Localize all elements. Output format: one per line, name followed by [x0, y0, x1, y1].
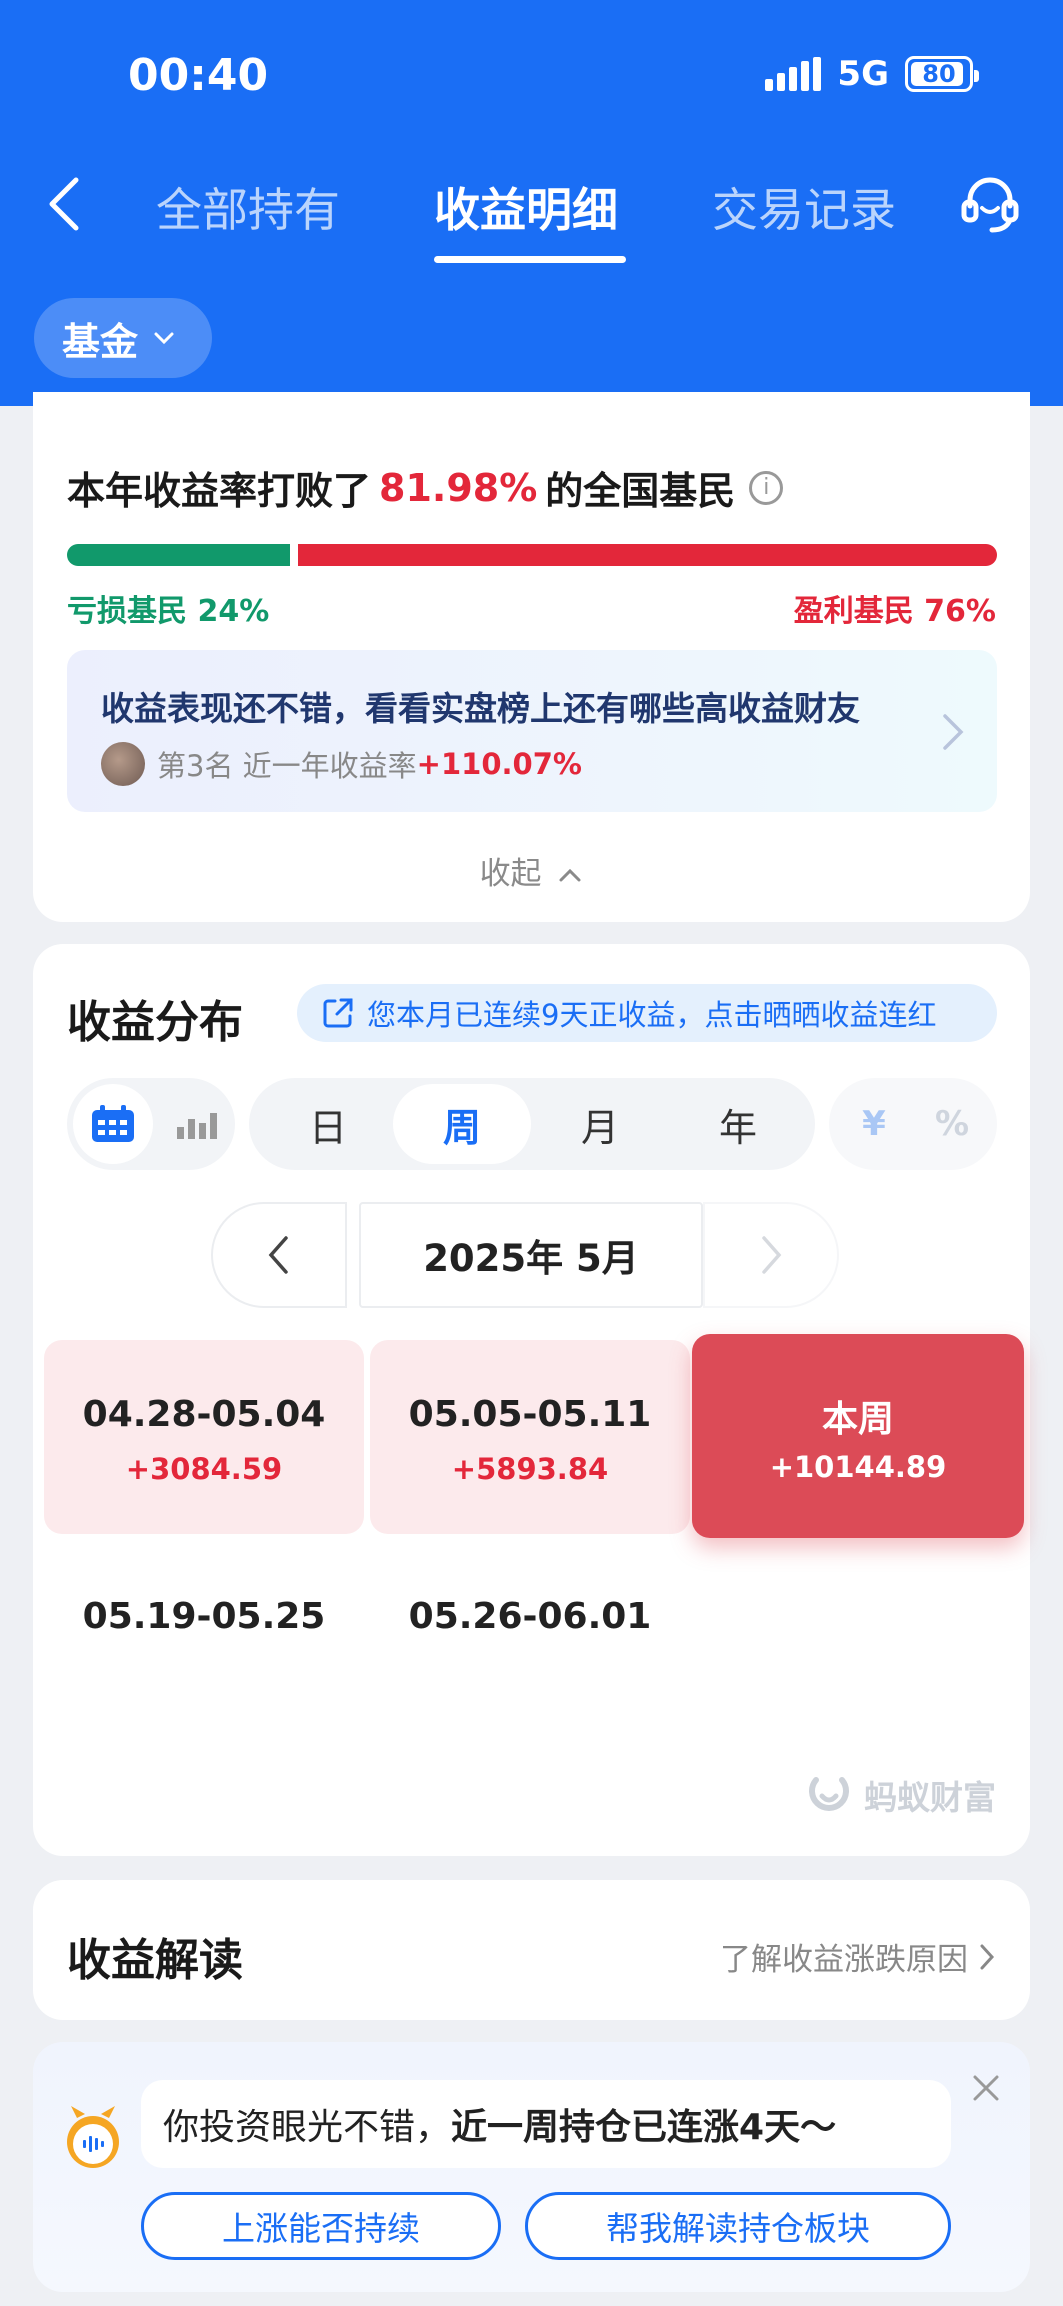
ranking-title: 本年收益率打败了 81.98% 的全国基民 i [67, 460, 784, 515]
week-range: 05.05-05.11 [408, 1394, 652, 1435]
promo-subtitle: 第3名 近一年收益率 +110.07% [101, 742, 582, 786]
ranking-card: 本年收益率打败了 81.98% 的全国基民 i 亏损基民 24% 盈利基民 76… [33, 392, 1030, 922]
week-income: +5893.84 [451, 1452, 609, 1486]
chevron-down-icon [154, 332, 174, 345]
chevron-left-icon [268, 1236, 288, 1274]
assistant-message-highlight: 近一周持仓已连涨4天～ [451, 2107, 837, 2148]
sustain-rise-button[interactable]: 上涨能否持续 [141, 2192, 501, 2260]
week-income: +3084.59 [125, 1452, 283, 1486]
fund-filter-label: 基金 [62, 319, 139, 364]
period-day[interactable]: 日 [259, 1084, 397, 1164]
assistant-message: 你投资眼光不错， 近一周持仓已连涨4天～ [141, 2080, 951, 2168]
back-icon[interactable] [42, 174, 92, 234]
loss-label: 亏损基民 24% [67, 594, 270, 629]
loss-gain-bar [67, 544, 997, 566]
income-interpretation-card[interactable]: 收益解读 了解收益涨跌原因 [33, 1880, 1030, 2020]
unit-amount[interactable]: ¥ [835, 1084, 913, 1164]
assistant-message-text: 你投资眼光不错， [163, 2107, 452, 2148]
explain-link-label: 了解收益涨跌原因 [720, 1942, 968, 1978]
gain-share-bar [298, 544, 997, 566]
close-icon[interactable] [970, 2072, 1002, 2104]
chevron-right-icon [943, 714, 964, 750]
prev-month-button[interactable] [211, 1202, 347, 1308]
tab-all-holdings[interactable]: 全部持有 [156, 174, 340, 240]
week-cell[interactable]: 05.19-05.25 [44, 1548, 364, 1742]
interpretation-title: 收益解读 [67, 1935, 243, 1986]
status-time: 00:40 [128, 50, 269, 101]
current-week-cell[interactable]: 本周 +10144.89 [692, 1334, 1024, 1538]
watermark: 蚂蚁财富 [804, 1770, 996, 1820]
signal-icon [765, 57, 822, 91]
loss-share-bar [67, 544, 290, 566]
chart-view-button[interactable] [167, 1084, 227, 1164]
ranking-percent: 81.98% [379, 465, 538, 510]
battery-icon: 80 [905, 56, 979, 92]
streak-share-banner[interactable]: 您本月已连续9天正收益，点击晒晒收益连红 [297, 984, 997, 1042]
calendar-view-button[interactable] [73, 1084, 153, 1164]
chevron-up-icon [559, 868, 581, 882]
gain-label: 盈利基民 76% [793, 594, 996, 629]
current-month-label: 2025年 5月 [359, 1202, 703, 1308]
ranking-suffix: 的全国基民 [545, 469, 736, 513]
streak-text: 您本月已连续9天正收益，点击晒晒收益连红 [367, 998, 937, 1032]
week-cell[interactable]: 05.05-05.11 +5893.84 [370, 1340, 690, 1534]
battery-level: 80 [922, 60, 956, 88]
active-tab-indicator [434, 256, 626, 263]
week-range: 本周 [821, 1399, 894, 1440]
chevron-right-icon [980, 1944, 995, 1969]
header: 00:40 5G 80 全部持有 收益明细 交易记录 基金 [0, 0, 1063, 406]
week-range: 04.28-05.04 [82, 1394, 326, 1435]
ranking-prefix: 本年收益率打败了 [67, 469, 372, 513]
week-range: 05.19-05.25 [82, 1596, 326, 1637]
distribution-title: 收益分布 [67, 997, 243, 1048]
tab-transactions[interactable]: 交易记录 [712, 174, 896, 240]
leaderboard-promo[interactable]: 收益表现还不错，看看实盘榜上还有哪些高收益财友 第3名 近一年收益率 +110.… [67, 650, 997, 812]
view-switch [67, 1078, 235, 1170]
customer-service-icon[interactable] [958, 172, 1022, 236]
promo-rank-text: 第3名 近一年收益率 [157, 749, 417, 783]
assistant-card: 你投资眼光不错， 近一周持仓已连涨4天～ 上涨能否持续 帮我解读持仓板块 [33, 2042, 1030, 2292]
collapse-label: 收起 [479, 856, 542, 892]
promo-title: 收益表现还不错，看看实盘榜上还有哪些高收益财友 [101, 689, 860, 728]
period-week[interactable]: 周 [393, 1084, 531, 1164]
period-year[interactable]: 年 [669, 1084, 807, 1164]
assistant-mascot-icon [67, 2106, 119, 2168]
info-icon[interactable]: i [749, 470, 784, 505]
week-cell[interactable]: 04.28-05.04 +3084.59 [44, 1340, 364, 1534]
period-selector: 日 周 月 年 [249, 1078, 815, 1170]
fund-filter-dropdown[interactable]: 基金 [34, 298, 212, 378]
unit-selector: ¥ % [829, 1078, 997, 1170]
next-month-button[interactable] [703, 1202, 839, 1308]
tab-income-detail[interactable]: 收益明细 [434, 174, 618, 240]
explain-link[interactable]: 了解收益涨跌原因 [720, 1934, 996, 1979]
network-label: 5G [837, 54, 889, 94]
unit-percent[interactable]: % [913, 1084, 991, 1164]
week-range: 05.26-06.01 [408, 1596, 652, 1637]
avatar [101, 742, 145, 786]
week-income: +10144.89 [769, 1450, 947, 1484]
chevron-right-icon [762, 1236, 782, 1274]
share-icon [323, 998, 353, 1028]
watermark-text: 蚂蚁财富 [864, 1778, 996, 1817]
income-distribution-card: 收益分布 您本月已连续9天正收益，点击晒晒收益连红 日 周 月 年 ¥ % 20… [33, 944, 1030, 1856]
status-icons: 5G 80 [765, 54, 979, 94]
period-month[interactable]: 月 [531, 1084, 669, 1164]
week-cell[interactable]: 05.26-06.01 [370, 1548, 690, 1742]
collapse-button[interactable]: 收起 [33, 848, 1030, 893]
explain-sectors-button[interactable]: 帮我解读持仓板块 [525, 2192, 951, 2260]
ant-fortune-logo-icon [809, 1777, 849, 1811]
calendar-icon [92, 1105, 134, 1142]
promo-rate: +110.07% [416, 747, 582, 781]
bar-chart-icon [177, 1113, 217, 1139]
